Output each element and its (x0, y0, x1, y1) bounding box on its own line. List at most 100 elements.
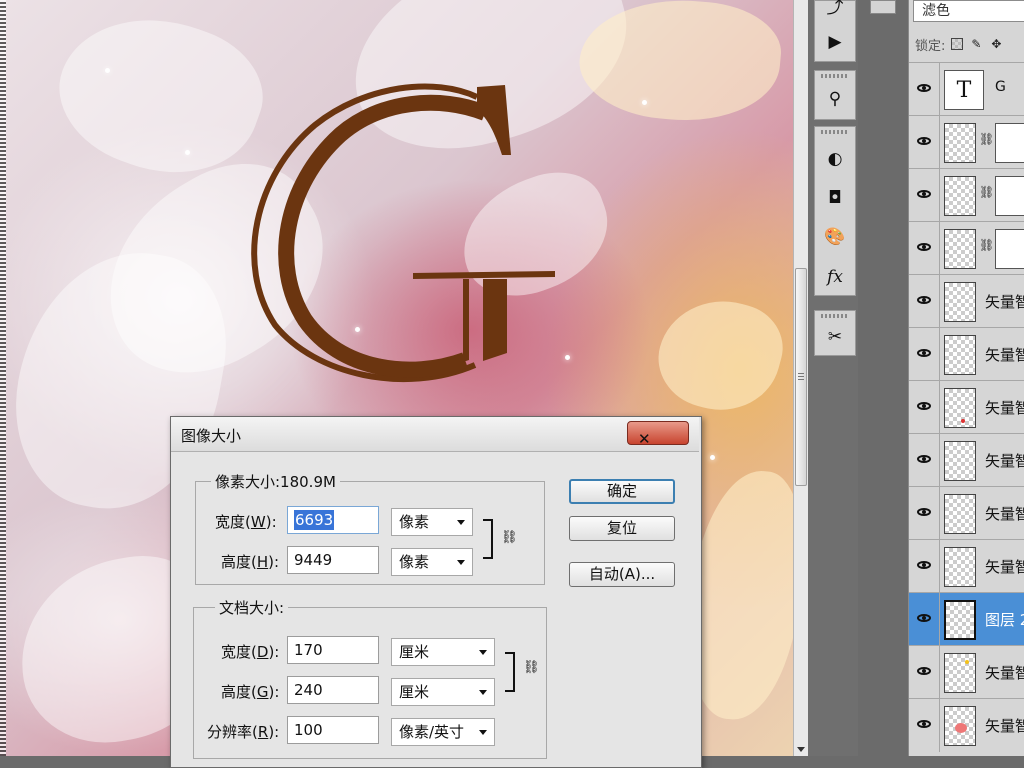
scrollbar-grip (798, 373, 804, 381)
layer-mask-thumbnail[interactable] (995, 176, 1024, 216)
layer-row-text-g[interactable]: T G (909, 62, 1024, 116)
doc-constrain-bracket (505, 652, 515, 692)
layer-visibility-eye-icon[interactable] (913, 342, 935, 364)
panel-dock-gap (858, 0, 908, 756)
tool-presets-panel-group: ✂ (814, 310, 856, 356)
panel-grip (821, 130, 847, 134)
layer-visibility-eye-icon[interactable] (913, 236, 935, 258)
layer-thumbnail (944, 176, 976, 216)
canvas-edge-marquee (0, 0, 6, 756)
layer-visibility-eye-icon[interactable] (913, 448, 935, 470)
layer-row[interactable]: 矢量智 (909, 380, 1024, 434)
close-icon: ✕ (638, 430, 651, 448)
petal-decoration (647, 286, 793, 424)
petal-decoration (575, 0, 785, 129)
layer-thumbnail (944, 229, 976, 269)
layer-thumbnail (944, 123, 976, 163)
sparkle-decoration (105, 68, 110, 73)
letter-g-artwork (251, 83, 555, 383)
blend-mode-select[interactable]: 滤色 (913, 0, 1024, 22)
layer-row[interactable]: 矢量智 (909, 327, 1024, 381)
document-size-legend: 文档大小: (215, 597, 289, 618)
sparkle-decoration (185, 150, 190, 155)
ok-button[interactable]: 确定 (569, 479, 675, 504)
layer-thumbnail (944, 335, 976, 375)
layer-row[interactable]: 矢量智 (909, 433, 1024, 487)
layer-visibility-eye-icon[interactable] (913, 77, 935, 99)
canvas-vertical-scrollbar[interactable] (793, 0, 808, 756)
layer-mask-thumbnail[interactable] (995, 123, 1024, 163)
close-button[interactable]: ✕ (627, 421, 689, 448)
layer-row-selected[interactable]: 图层 2 (909, 592, 1024, 646)
layer-row[interactable]: ⛓ (909, 115, 1024, 169)
layer-row[interactable]: 矢量智 (909, 274, 1024, 328)
layer-row[interactable]: ⛓ (909, 168, 1024, 222)
layer-visibility-eye-icon[interactable] (913, 183, 935, 205)
panel-grip (821, 314, 847, 318)
layer-thumbnail (944, 441, 976, 481)
doc-height-input[interactable]: 240 (287, 676, 379, 704)
image-size-dialog: 图像大小 ✕ 像素大小:180.9M 宽度(W): 6693 像素 高度(H):… (170, 416, 702, 768)
adjustments-icon[interactable]: ◐ (821, 145, 849, 173)
doc-width-unit-select[interactable]: 厘米 (391, 638, 495, 666)
layer-visibility-eye-icon[interactable] (913, 501, 935, 523)
reset-button[interactable]: 复位 (569, 516, 675, 541)
doc-width-label: 宽度(D): (221, 643, 280, 661)
tools-scissors-icon[interactable]: ✂ (821, 323, 849, 351)
constrain-bracket (483, 519, 493, 559)
layer-visibility-eye-icon[interactable] (913, 554, 935, 576)
pixel-width-unit-select[interactable]: 像素 (391, 508, 473, 536)
layer-row[interactable]: ⛓ (909, 221, 1024, 275)
layer-row[interactable]: 矢量智 (909, 645, 1024, 699)
fx-icon[interactable]: fx (821, 263, 849, 291)
scrollbar-thumb[interactable] (795, 268, 807, 486)
layer-mask-thumbnail[interactable] (995, 229, 1024, 269)
layer-row[interactable]: 矢量智 (909, 698, 1024, 752)
dialog-titlebar[interactable]: 图像大小 ✕ (171, 417, 699, 452)
letter-g-crossbar (413, 271, 555, 279)
navigator-thumbnail-icon[interactable] (870, 0, 896, 14)
panel-grip (821, 74, 847, 78)
layer-visibility-eye-icon[interactable] (913, 130, 935, 152)
layer-visibility-eye-icon[interactable] (913, 607, 935, 629)
layer-row[interactable]: 矢量智 (909, 486, 1024, 540)
clone-panel-group: ⚲ (814, 70, 856, 120)
mask-link-chain-icon[interactable]: ⛓ (979, 132, 994, 148)
layer-row[interactable]: 矢量智 (909, 539, 1024, 593)
pixel-height-unit-select[interactable]: 像素 (391, 548, 473, 576)
pixel-height-label: 高度(H): (221, 553, 280, 571)
lock-transparency-icon[interactable] (951, 38, 964, 50)
lock-row: 锁定: ✎ ✥ (909, 30, 1024, 58)
pixel-height-input[interactable]: 9449 (287, 546, 379, 574)
doc-width-input[interactable]: 170 (287, 636, 379, 664)
auto-button[interactable]: 自动(A)... (569, 562, 675, 587)
layer-name: 图层 2 (985, 611, 1024, 629)
styles-palette-icon[interactable]: 🎨 (821, 223, 849, 251)
layer-visibility-eye-icon[interactable] (913, 713, 935, 735)
masks-icon[interactable]: ◘ (821, 184, 849, 212)
history-brush-icon[interactable]: ⤴ (821, 0, 849, 19)
layer-visibility-eye-icon[interactable] (913, 395, 935, 417)
doc-height-unit-select[interactable]: 厘米 (391, 678, 495, 706)
clone-source-icon[interactable]: ⚲ (821, 85, 849, 113)
lock-position-move-icon[interactable]: ✥ (989, 37, 1003, 51)
history-actions-panel-group: ⤴ ▶ (814, 0, 856, 62)
mask-link-chain-icon[interactable]: ⛓ (979, 185, 994, 201)
pixel-width-input[interactable]: 6693 (287, 506, 379, 534)
scroll-down-arrow-icon[interactable] (797, 747, 805, 752)
layer-thumbnail (944, 653, 976, 693)
actions-play-icon[interactable]: ▶ (821, 28, 849, 56)
lock-image-brush-icon[interactable]: ✎ (969, 37, 983, 51)
doc-constrain-link-icon: ⛓ (523, 660, 540, 675)
resolution-unit-select[interactable]: 像素/英寸 (391, 718, 495, 746)
layer-thumbnail (944, 494, 976, 534)
layer-visibility-eye-icon[interactable] (913, 289, 935, 311)
resolution-input[interactable]: 100 (287, 716, 379, 744)
mask-link-chain-icon[interactable]: ⛓ (979, 238, 994, 254)
panel-icons-strip: ⤴ ▶ ⚲ ◐ ◘ 🎨 fx ✂ (808, 0, 858, 756)
layer-name: 矢量智 (985, 399, 1024, 417)
sparkle-decoration (710, 455, 715, 460)
pixel-dimensions-legend: 像素大小:180.9M (211, 471, 340, 492)
layer-visibility-eye-icon[interactable] (913, 660, 935, 682)
adjust-panel-group: ◐ ◘ 🎨 fx (814, 126, 856, 296)
